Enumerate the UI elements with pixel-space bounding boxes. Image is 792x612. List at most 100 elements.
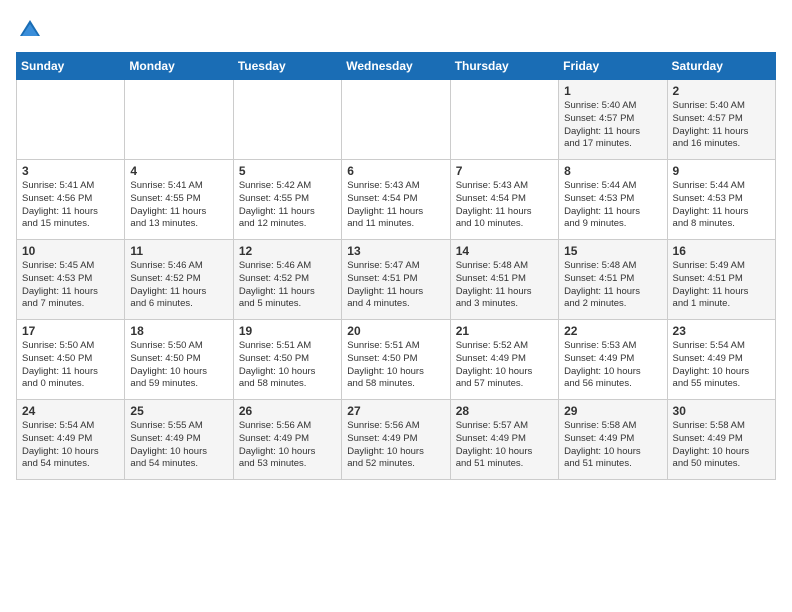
day-number: 23	[673, 324, 770, 338]
day-number: 17	[22, 324, 119, 338]
calendar-header-row: SundayMondayTuesdayWednesdayThursdayFrid…	[17, 53, 776, 80]
calendar-cell	[233, 80, 341, 160]
day-number: 24	[22, 404, 119, 418]
day-number: 4	[130, 164, 227, 178]
day-info: Sunrise: 5:56 AM Sunset: 4:49 PM Dayligh…	[239, 420, 336, 471]
calendar-cell: 24 Sunrise: 5:54 AM Sunset: 4:49 PM Dayli…	[17, 400, 125, 480]
calendar-cell: 28 Sunrise: 5:57 AM Sunset: 4:49 PM Dayli…	[450, 400, 558, 480]
day-number: 18	[130, 324, 227, 338]
calendar-week-1: 1 Sunrise: 5:40 AM Sunset: 4:57 PM Daylig…	[17, 80, 776, 160]
header-thursday: Thursday	[450, 53, 558, 80]
calendar-cell: 27 Sunrise: 5:56 AM Sunset: 4:49 PM Dayli…	[342, 400, 450, 480]
day-info: Sunrise: 5:48 AM Sunset: 4:51 PM Dayligh…	[456, 260, 553, 311]
calendar-cell: 14 Sunrise: 5:48 AM Sunset: 4:51 PM Dayli…	[450, 240, 558, 320]
day-info: Sunrise: 5:55 AM Sunset: 4:49 PM Dayligh…	[130, 420, 227, 471]
day-number: 19	[239, 324, 336, 338]
page-header	[16, 16, 776, 44]
day-number: 27	[347, 404, 444, 418]
day-info: Sunrise: 5:51 AM Sunset: 4:50 PM Dayligh…	[347, 340, 444, 391]
calendar-cell: 21Sunrise: 5:52 AM Sunset: 4:49 PM Dayli…	[450, 320, 558, 400]
day-info: Sunrise: 5:54 AM Sunset: 4:49 PM Dayligh…	[22, 420, 119, 471]
header-friday: Friday	[559, 53, 667, 80]
day-info: Sunrise: 5:53 AM Sunset: 4:49 PM Dayligh…	[564, 340, 661, 391]
day-info: Sunrise: 5:40 AM Sunset: 4:57 PM Dayligh…	[673, 100, 770, 151]
day-number: 25	[130, 404, 227, 418]
calendar-cell: 18 Sunrise: 5:50 AM Sunset: 4:50 PM Dayli…	[125, 320, 233, 400]
calendar-week-4: 17 Sunrise: 5:50 AM Sunset: 4:50 PM Dayli…	[17, 320, 776, 400]
day-info: Sunrise: 5:58 AM Sunset: 4:49 PM Dayligh…	[673, 420, 770, 471]
day-info: Sunrise: 5:54 AM Sunset: 4:49 PM Dayligh…	[673, 340, 770, 391]
calendar-cell: 5 Sunrise: 5:42 AM Sunset: 4:55 PM Daylig…	[233, 160, 341, 240]
day-info: Sunrise: 5:46 AM Sunset: 4:52 PM Dayligh…	[239, 260, 336, 311]
day-info: Sunrise: 5:48 AM Sunset: 4:51 PM Dayligh…	[564, 260, 661, 311]
day-info: Sunrise: 5:44 AM Sunset: 4:53 PM Dayligh…	[673, 180, 770, 231]
day-info: Sunrise: 5:43 AM Sunset: 4:54 PM Dayligh…	[347, 180, 444, 231]
calendar-cell: 3Sunrise: 5:41 AM Sunset: 4:56 PM Daylig…	[17, 160, 125, 240]
calendar-cell: 25 Sunrise: 5:55 AM Sunset: 4:49 PM Dayli…	[125, 400, 233, 480]
day-number: 2	[673, 84, 770, 98]
calendar-cell	[125, 80, 233, 160]
logo-icon	[16, 16, 44, 44]
calendar-cell	[342, 80, 450, 160]
calendar-cell: 30 Sunrise: 5:58 AM Sunset: 4:49 PM Dayli…	[667, 400, 775, 480]
day-number: 30	[673, 404, 770, 418]
calendar-cell: 16 Sunrise: 5:49 AM Sunset: 4:51 PM Dayli…	[667, 240, 775, 320]
calendar-week-5: 24 Sunrise: 5:54 AM Sunset: 4:49 PM Dayli…	[17, 400, 776, 480]
logo	[16, 16, 48, 44]
header-monday: Monday	[125, 53, 233, 80]
day-number: 1	[564, 84, 661, 98]
day-info: Sunrise: 5:50 AM Sunset: 4:50 PM Dayligh…	[22, 340, 119, 391]
day-info: Sunrise: 5:52 AM Sunset: 4:49 PM Dayligh…	[456, 340, 553, 391]
day-info: Sunrise: 5:41 AM Sunset: 4:55 PM Dayligh…	[130, 180, 227, 231]
day-info: Sunrise: 5:51 AM Sunset: 4:50 PM Dayligh…	[239, 340, 336, 391]
calendar-cell: 13 Sunrise: 5:47 AM Sunset: 4:51 PM Dayli…	[342, 240, 450, 320]
calendar-cell: 26 Sunrise: 5:56 AM Sunset: 4:49 PM Dayli…	[233, 400, 341, 480]
calendar-week-2: 3Sunrise: 5:41 AM Sunset: 4:56 PM Daylig…	[17, 160, 776, 240]
header-wednesday: Wednesday	[342, 53, 450, 80]
day-number: 11	[130, 244, 227, 258]
header-sunday: Sunday	[17, 53, 125, 80]
day-number: 20	[347, 324, 444, 338]
day-info: Sunrise: 5:57 AM Sunset: 4:49 PM Dayligh…	[456, 420, 553, 471]
day-number: 16	[673, 244, 770, 258]
day-info: Sunrise: 5:47 AM Sunset: 4:51 PM Dayligh…	[347, 260, 444, 311]
day-info: Sunrise: 5:49 AM Sunset: 4:51 PM Dayligh…	[673, 260, 770, 311]
header-tuesday: Tuesday	[233, 53, 341, 80]
header-saturday: Saturday	[667, 53, 775, 80]
calendar-week-3: 10 Sunrise: 5:45 AM Sunset: 4:53 PM Dayli…	[17, 240, 776, 320]
day-number: 3	[22, 164, 119, 178]
calendar-table: SundayMondayTuesdayWednesdayThursdayFrid…	[16, 52, 776, 480]
calendar-cell: 15 Sunrise: 5:48 AM Sunset: 4:51 PM Dayli…	[559, 240, 667, 320]
day-info: Sunrise: 5:43 AM Sunset: 4:54 PM Dayligh…	[456, 180, 553, 231]
calendar-cell: 12Sunrise: 5:46 AM Sunset: 4:52 PM Dayli…	[233, 240, 341, 320]
day-number: 5	[239, 164, 336, 178]
day-number: 13	[347, 244, 444, 258]
calendar-cell: 20 Sunrise: 5:51 AM Sunset: 4:50 PM Dayli…	[342, 320, 450, 400]
calendar-cell: 9 Sunrise: 5:44 AM Sunset: 4:53 PM Daylig…	[667, 160, 775, 240]
day-number: 6	[347, 164, 444, 178]
day-number: 14	[456, 244, 553, 258]
calendar-cell: 2 Sunrise: 5:40 AM Sunset: 4:57 PM Daylig…	[667, 80, 775, 160]
day-info: Sunrise: 5:46 AM Sunset: 4:52 PM Dayligh…	[130, 260, 227, 311]
day-info: Sunrise: 5:50 AM Sunset: 4:50 PM Dayligh…	[130, 340, 227, 391]
calendar-cell: 19 Sunrise: 5:51 AM Sunset: 4:50 PM Dayli…	[233, 320, 341, 400]
calendar-cell	[450, 80, 558, 160]
day-info: Sunrise: 5:45 AM Sunset: 4:53 PM Dayligh…	[22, 260, 119, 311]
calendar-cell: 6 Sunrise: 5:43 AM Sunset: 4:54 PM Daylig…	[342, 160, 450, 240]
calendar-cell: 29 Sunrise: 5:58 AM Sunset: 4:49 PM Dayli…	[559, 400, 667, 480]
calendar-cell	[17, 80, 125, 160]
day-info: Sunrise: 5:58 AM Sunset: 4:49 PM Dayligh…	[564, 420, 661, 471]
day-info: Sunrise: 5:56 AM Sunset: 4:49 PM Dayligh…	[347, 420, 444, 471]
day-number: 26	[239, 404, 336, 418]
day-number: 8	[564, 164, 661, 178]
day-info: Sunrise: 5:42 AM Sunset: 4:55 PM Dayligh…	[239, 180, 336, 231]
day-number: 29	[564, 404, 661, 418]
calendar-cell: 23 Sunrise: 5:54 AM Sunset: 4:49 PM Dayli…	[667, 320, 775, 400]
day-number: 28	[456, 404, 553, 418]
calendar-cell: 7Sunrise: 5:43 AM Sunset: 4:54 PM Daylig…	[450, 160, 558, 240]
calendar-cell: 4 Sunrise: 5:41 AM Sunset: 4:55 PM Daylig…	[125, 160, 233, 240]
day-number: 9	[673, 164, 770, 178]
day-info: Sunrise: 5:40 AM Sunset: 4:57 PM Dayligh…	[564, 100, 661, 151]
day-number: 10	[22, 244, 119, 258]
day-number: 15	[564, 244, 661, 258]
